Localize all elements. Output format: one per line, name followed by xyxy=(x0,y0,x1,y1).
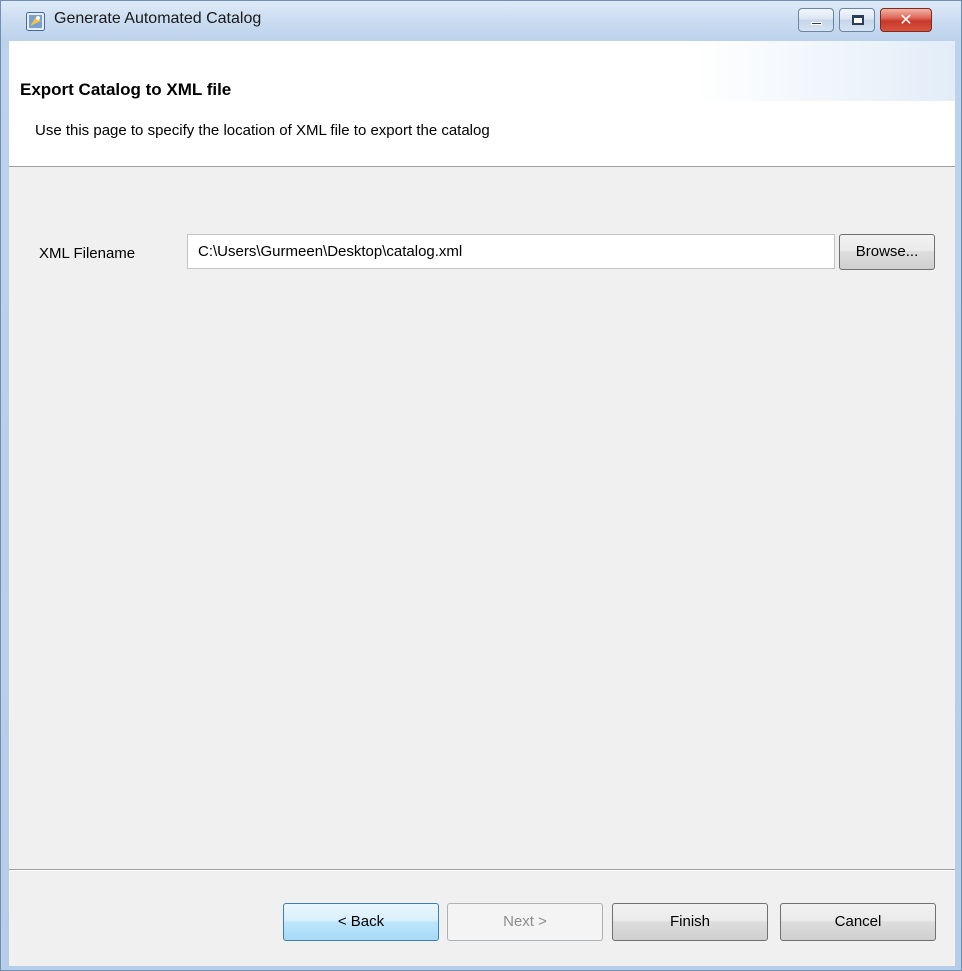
dialog-client-area: Export Catalog to XML file Use this page… xyxy=(9,41,955,966)
finish-button[interactable]: Finish xyxy=(612,903,768,941)
maximize-button[interactable] xyxy=(839,8,875,32)
xml-filename-label: XML Filename xyxy=(39,245,136,262)
close-icon: ✕ xyxy=(899,10,913,29)
cancel-button[interactable]: Cancel xyxy=(780,903,936,941)
page-description: Use this page to specify the location of… xyxy=(35,122,490,139)
browse-button[interactable]: Browse... xyxy=(839,234,935,270)
window-title: Generate Automated Catalog xyxy=(54,10,262,27)
minimize-icon xyxy=(811,22,822,25)
maximize-icon xyxy=(852,15,864,25)
title-bar[interactable]: Generate Automated Catalog ✕ xyxy=(1,1,961,41)
app-icon xyxy=(26,12,45,31)
back-button[interactable]: < Back xyxy=(283,903,439,941)
banner-gradient xyxy=(695,41,955,101)
footer-separator xyxy=(9,869,955,871)
next-button[interactable]: Next > xyxy=(447,903,603,941)
close-button[interactable]: ✕ xyxy=(880,8,932,32)
xml-filename-input[interactable] xyxy=(187,234,835,269)
wizard-banner: Export Catalog to XML file Use this page… xyxy=(9,41,955,167)
dialog-window: Generate Automated Catalog ✕ Export Cata… xyxy=(0,0,962,971)
minimize-button[interactable] xyxy=(798,8,834,32)
page-title: Export Catalog to XML file xyxy=(20,80,232,99)
